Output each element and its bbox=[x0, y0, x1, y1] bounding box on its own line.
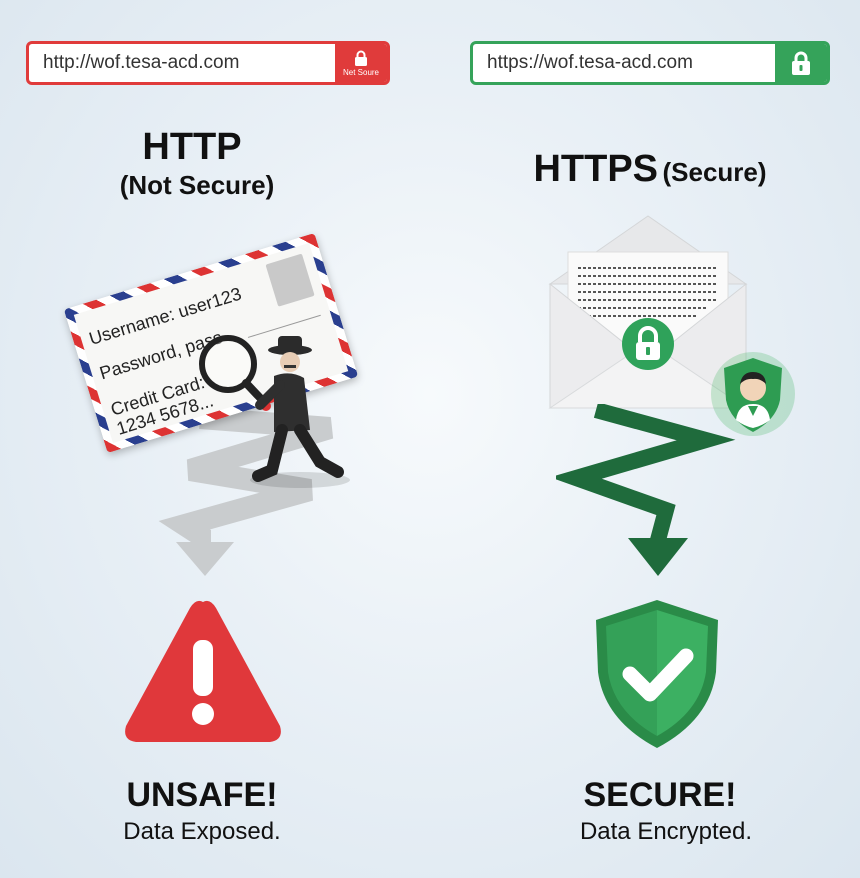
lock-icon bbox=[355, 50, 367, 66]
arrow-down-icon bbox=[176, 542, 234, 576]
https-title-suffix: (Secure) bbox=[662, 157, 767, 187]
http-lock-indicator[interactable]: Net Soure bbox=[335, 44, 387, 82]
stamp-icon bbox=[265, 253, 315, 307]
check-shield-icon bbox=[596, 600, 718, 748]
https-title-group: HTTPS (Secure) bbox=[470, 148, 830, 191]
http-verdict: UNSAFE! bbox=[126, 776, 278, 814]
arrow-down-icon bbox=[628, 538, 688, 576]
http-subtitle: (Not Secure) bbox=[119, 170, 275, 200]
warning-triangle-icon bbox=[125, 600, 281, 742]
lock-icon bbox=[792, 51, 810, 75]
http-address-bar[interactable]: http://wof.tesa-acd.com Net Soure bbox=[26, 41, 390, 85]
https-url-text: https://wof.tesa-acd.com bbox=[487, 52, 693, 73]
http-url-text: http://wof.tesa-acd.com bbox=[43, 52, 240, 73]
https-title: HTTPS bbox=[533, 148, 659, 190]
lock-icon bbox=[622, 318, 674, 370]
http-title: HTTP bbox=[142, 126, 242, 168]
https-lock-indicator[interactable] bbox=[775, 44, 827, 82]
https-verdict: SECURE! bbox=[583, 776, 737, 814]
https-data-path bbox=[556, 404, 736, 576]
http-verdict-sub: Data Exposed. bbox=[123, 818, 281, 845]
https-address-bar[interactable]: https://wof.tesa-acd.com bbox=[470, 41, 830, 85]
hacker-figure bbox=[199, 335, 350, 488]
https-verdict-sub: Data Encrypted. bbox=[579, 818, 753, 845]
not-secure-label: Net Soure bbox=[342, 67, 380, 77]
